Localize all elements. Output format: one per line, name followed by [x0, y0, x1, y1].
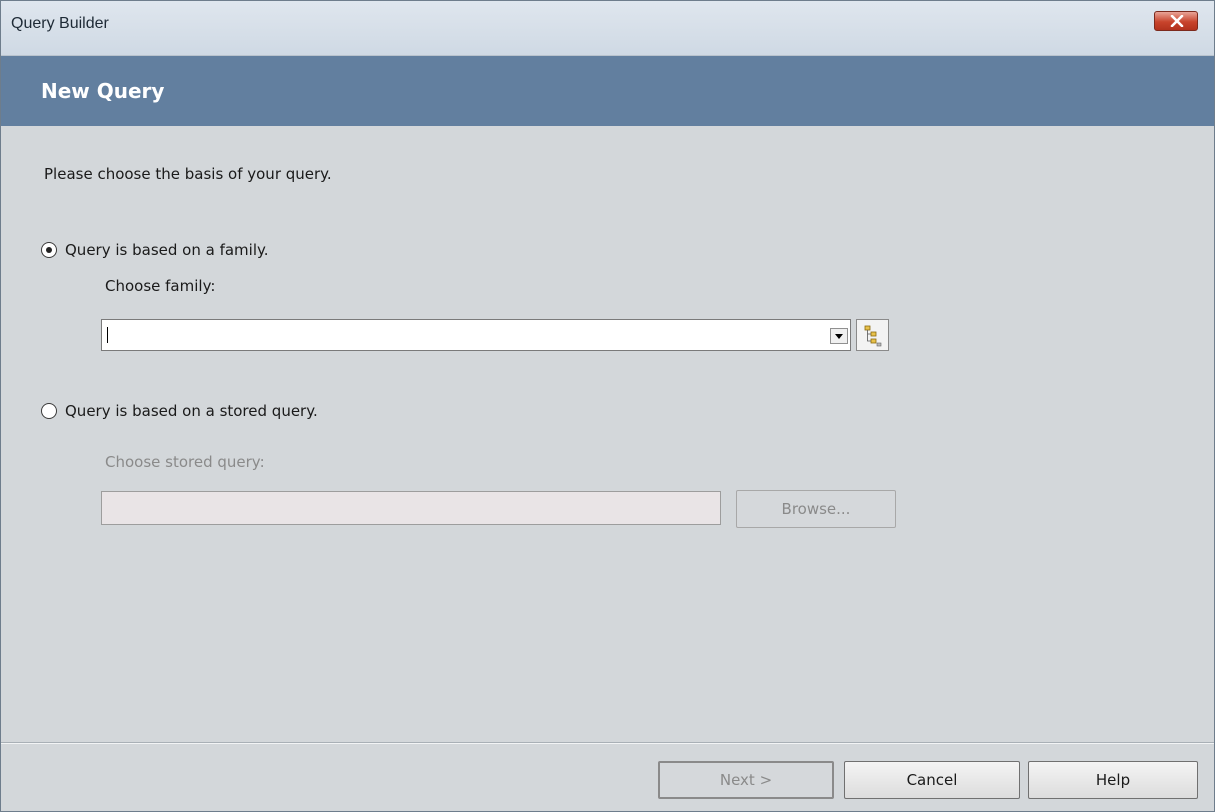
- radio-selected-dot: [46, 247, 52, 253]
- stored-query-radio[interactable]: [41, 403, 57, 419]
- close-button[interactable]: [1154, 11, 1198, 31]
- next-button[interactable]: Next >: [658, 761, 834, 799]
- family-combobox[interactable]: [101, 319, 851, 351]
- family-radio[interactable]: [41, 242, 57, 258]
- stored-query-radio-label[interactable]: Query is based on a stored query.: [65, 402, 318, 420]
- chevron-down-icon[interactable]: [830, 328, 848, 344]
- family-radio-label[interactable]: Query is based on a family.: [65, 241, 269, 259]
- family-tree-button[interactable]: [856, 319, 889, 351]
- header-band: New Query: [1, 56, 1214, 126]
- family-tree-icon: [864, 325, 882, 347]
- instruction-text: Please choose the basis of your query.: [44, 165, 332, 183]
- cancel-button[interactable]: Cancel: [844, 761, 1020, 799]
- choose-stored-query-label: Choose stored query:: [105, 453, 265, 471]
- choose-family-label: Choose family:: [105, 277, 216, 295]
- browse-button[interactable]: Browse...: [736, 490, 896, 528]
- close-icon: [1170, 15, 1184, 27]
- title-bar[interactable]: Query Builder: [1, 1, 1214, 56]
- footer-divider: [1, 742, 1214, 744]
- help-button[interactable]: Help: [1028, 761, 1198, 799]
- page-title: New Query: [41, 79, 165, 103]
- stored-query-input[interactable]: [101, 491, 721, 525]
- window-title: Query Builder: [11, 15, 109, 32]
- text-caret: [107, 327, 108, 343]
- query-builder-window: Query Builder New Query Please choose th…: [0, 0, 1215, 812]
